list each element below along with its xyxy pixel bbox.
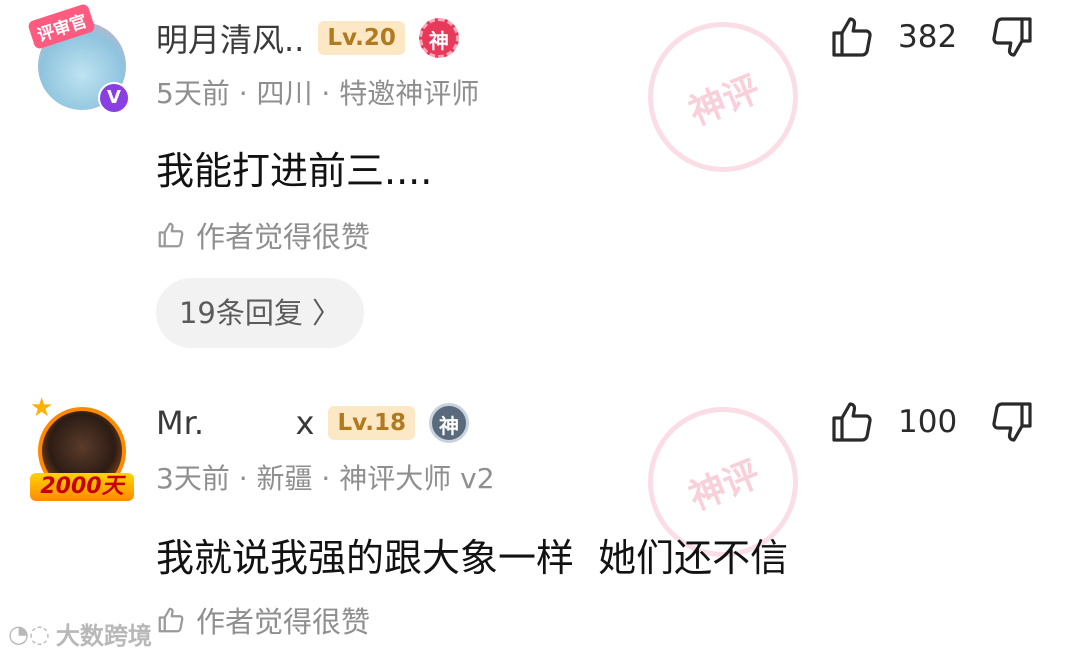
level-badge: Lv.18 — [328, 406, 416, 440]
thumb-down-icon[interactable] — [988, 398, 1036, 446]
like-count: 382 — [898, 19, 958, 55]
author-liked-text: 作者觉得很赞 — [196, 220, 371, 254]
level-badge: Lv.20 — [318, 21, 405, 55]
author-liked-text: 作者觉得很赞 — [196, 605, 371, 639]
name-row: 明月清风.. Lv.20 神 — [156, 15, 459, 61]
site-watermark: ◔◌ 大数跨境 — [8, 616, 152, 651]
name-row: Mr. x Lv.18 神 — [156, 403, 470, 443]
thumb-up-icon[interactable] — [828, 398, 876, 446]
thumb-up-icon[interactable] — [828, 13, 876, 61]
vote-controls: 100 — [828, 397, 1036, 447]
vote-controls: 382 — [828, 12, 1036, 62]
avatar[interactable]: 评审官 V — [27, 2, 134, 116]
avatar[interactable]: ★ 2000天 — [30, 393, 134, 501]
star-icon: ★ — [30, 393, 54, 423]
author-liked-label: 作者觉得很赞 — [156, 214, 370, 256]
username[interactable]: Mr. x — [156, 404, 314, 442]
like-count: 100 — [898, 404, 958, 440]
author-liked-label: 作者觉得很赞 — [156, 599, 370, 641]
comment-meta: 5天前 · 四川 · 特邀神评师 — [156, 77, 480, 110]
site-logo-icon: ◔◌ — [8, 619, 50, 648]
god-comment-stamp: 神评 — [625, 0, 821, 195]
comment-item: ★ 2000天 Mr. x Lv.18 神 3天前 · 新疆 · 神评大师 v2… — [0, 384, 1080, 653]
view-replies-button[interactable]: 19条回复 〉 — [156, 278, 364, 348]
comment-text: 我能打进前三.... — [156, 149, 433, 193]
god-comment-badge: 神 — [429, 403, 470, 443]
thumb-up-icon — [158, 607, 184, 633]
username[interactable]: 明月清风.. — [156, 15, 304, 61]
god-comment-badge: 神 — [418, 18, 459, 58]
thumb-down-icon[interactable] — [988, 13, 1036, 61]
verified-badge: V — [98, 82, 130, 114]
comment-item: 评审官 V 明月清风.. Lv.20 神 5天前 · 四川 · 特邀神评师 神评… — [0, 0, 1080, 380]
comment-text: 我就说我强的跟大象一样 她们还不信 — [156, 536, 789, 580]
site-watermark-text: 大数跨境 — [55, 622, 152, 650]
thumb-up-icon — [158, 222, 184, 248]
comment-meta: 3天前 · 新疆 · 神评大师 v2 — [156, 462, 495, 495]
avatar-frame-ribbon: 2000天 — [30, 473, 134, 501]
